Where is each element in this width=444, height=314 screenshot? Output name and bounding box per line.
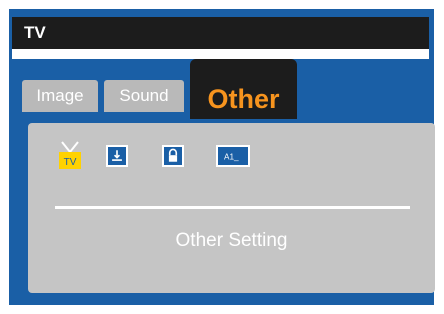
tv-icon[interactable]: TV [58,140,82,170]
tab-strip-gap [12,49,429,59]
tab-other-label: Other [207,84,280,114]
window-title: TV [12,17,429,49]
divider-line [55,206,410,209]
tab-sound[interactable]: Sound [104,80,184,112]
tab-other[interactable]: Other [190,59,297,119]
a1-icon[interactable]: A1_ [216,145,250,167]
tab-image[interactable]: Image [22,80,98,112]
tv-icon-text: TV [64,157,77,168]
lock-icon[interactable] [162,145,184,167]
download-icon[interactable] [106,145,128,167]
a1-icon-text: A1_ [224,152,239,161]
setting-label: Other Setting [175,230,288,251]
